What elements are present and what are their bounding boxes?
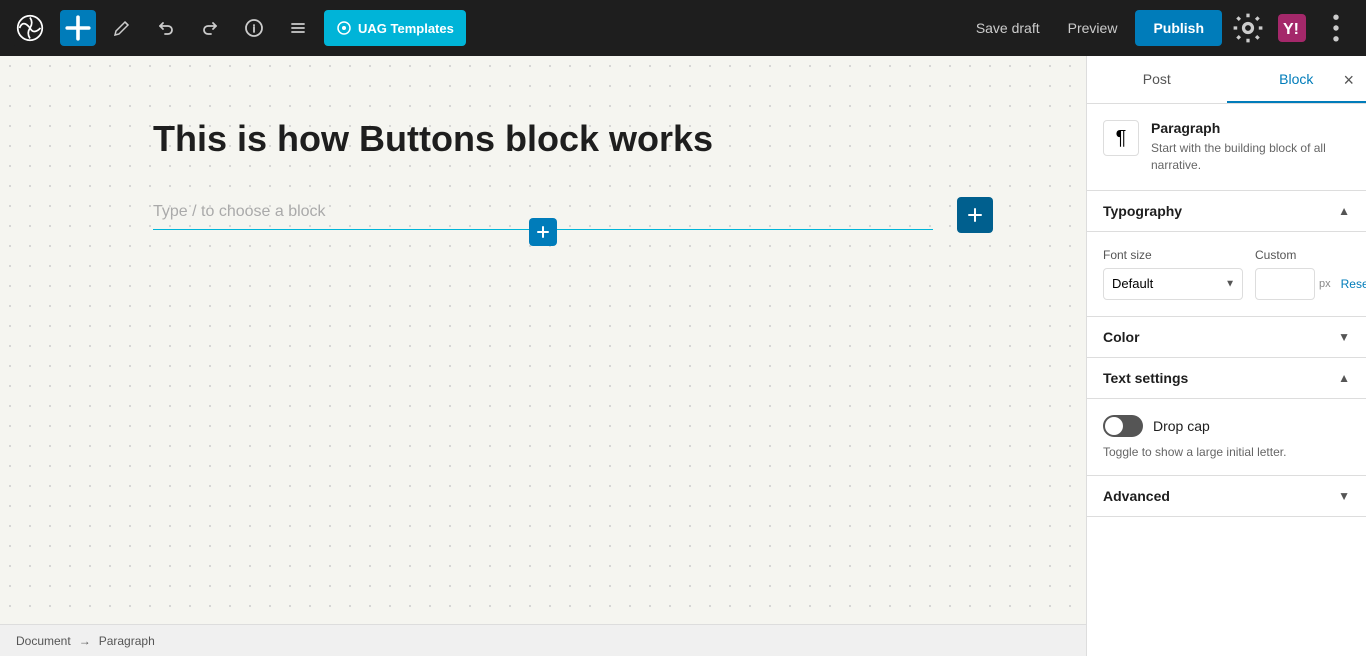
advanced-title: Advanced	[1103, 488, 1170, 504]
block-info-description: Start with the building block of all nar…	[1151, 140, 1350, 174]
custom-label: Custom	[1255, 248, 1366, 262]
typography-content: Font size Default Small Normal Large Lar…	[1087, 232, 1366, 317]
paragraph-icon: ¶	[1103, 120, 1139, 156]
add-block-right-button[interactable]	[957, 197, 993, 233]
color-title: Color	[1103, 329, 1140, 345]
typography-chevron-icon: ▲	[1338, 204, 1350, 218]
reset-button[interactable]: Reset	[1335, 273, 1366, 295]
toolbar: UAG Templates Save draft Preview Publish…	[0, 0, 1366, 56]
block-info-title: Paragraph	[1151, 120, 1350, 136]
block-info-text: Paragraph Start with the building block …	[1151, 120, 1350, 174]
settings-button[interactable]	[1230, 10, 1266, 46]
toggle-knob	[1105, 417, 1123, 435]
color-section: Color ▼	[1087, 317, 1366, 358]
svg-text:Y!: Y!	[1283, 21, 1299, 38]
sidebar-close-button[interactable]: ×	[1339, 67, 1358, 93]
save-draft-button[interactable]: Save draft	[966, 14, 1050, 42]
drop-cap-row: Drop cap	[1103, 415, 1350, 437]
advanced-section-header[interactable]: Advanced ▼	[1087, 476, 1366, 517]
text-settings-chevron-icon: ▲	[1338, 371, 1350, 385]
preview-button[interactable]: Preview	[1058, 14, 1128, 42]
typography-section-header[interactable]: Typography ▲	[1087, 191, 1366, 232]
drop-cap-label: Drop cap	[1153, 418, 1210, 434]
text-settings-header[interactable]: Text settings ▲	[1087, 358, 1366, 399]
typography-section: Typography ▲ Font size Default Small Nor…	[1087, 191, 1366, 317]
custom-input-wrap: px Reset	[1255, 268, 1366, 300]
advanced-section: Advanced ▼	[1087, 476, 1366, 517]
publish-button[interactable]: Publish	[1135, 10, 1222, 46]
tab-post[interactable]: Post	[1087, 56, 1227, 103]
color-chevron-icon: ▼	[1338, 330, 1350, 344]
advanced-chevron-icon: ▼	[1338, 489, 1350, 503]
font-size-select[interactable]: Default Small Normal Large Larger	[1103, 268, 1243, 300]
status-paragraph[interactable]: Paragraph	[99, 634, 155, 648]
sidebar-tabs: Post Block ×	[1087, 56, 1366, 104]
custom-font-size-input[interactable]	[1255, 268, 1315, 300]
block-info: ¶ Paragraph Start with the building bloc…	[1087, 104, 1366, 191]
info-button[interactable]	[236, 10, 272, 46]
drop-cap-hint: Toggle to show a large initial letter.	[1103, 445, 1350, 459]
typography-title: Typography	[1103, 203, 1182, 219]
px-label: px	[1319, 278, 1331, 290]
sidebar-content: ¶ Paragraph Start with the building bloc…	[1087, 104, 1366, 656]
font-size-col: Font size Default Small Normal Large Lar…	[1103, 248, 1243, 300]
yoast-button[interactable]: Y!	[1274, 10, 1310, 46]
add-block-button[interactable]	[60, 10, 96, 46]
status-bar: Document → Paragraph	[0, 624, 1086, 656]
text-settings-section: Text settings ▲ Drop cap Toggle to show …	[1087, 358, 1366, 476]
font-size-row: Font size Default Small Normal Large Lar…	[1103, 248, 1350, 300]
add-block-center-button[interactable]	[529, 218, 557, 246]
main-layout: This is how Buttons block works Type / t…	[0, 56, 1366, 656]
text-settings-content: Drop cap Toggle to show a large initial …	[1087, 399, 1366, 476]
font-size-label: Font size	[1103, 248, 1243, 262]
block-placeholder-area: Type / to choose a block	[153, 203, 933, 230]
editor-content: This is how Buttons block works Type / t…	[113, 56, 973, 624]
font-size-select-wrap: Default Small Normal Large Larger ▼	[1103, 268, 1243, 300]
color-section-header[interactable]: Color ▼	[1087, 317, 1366, 358]
status-document[interactable]: Document	[16, 634, 71, 648]
custom-col: Custom px Reset	[1255, 248, 1366, 300]
status-arrow: →	[79, 634, 91, 648]
wp-logo[interactable]	[12, 10, 48, 46]
block-heading[interactable]: This is how Buttons block works	[153, 116, 933, 163]
drop-cap-toggle[interactable]	[1103, 415, 1143, 437]
uag-templates-button[interactable]: UAG Templates	[324, 10, 466, 46]
editor-area: This is how Buttons block works Type / t…	[0, 56, 1086, 656]
list-view-button[interactable]	[280, 10, 316, 46]
redo-button[interactable]	[192, 10, 228, 46]
more-options-button[interactable]	[1318, 10, 1354, 46]
sidebar: Post Block × ¶ Paragraph Start with the …	[1086, 56, 1366, 656]
text-settings-title: Text settings	[1103, 370, 1188, 386]
edit-button[interactable]	[104, 10, 140, 46]
editor-canvas: This is how Buttons block works Type / t…	[0, 56, 1086, 624]
undo-button[interactable]	[148, 10, 184, 46]
